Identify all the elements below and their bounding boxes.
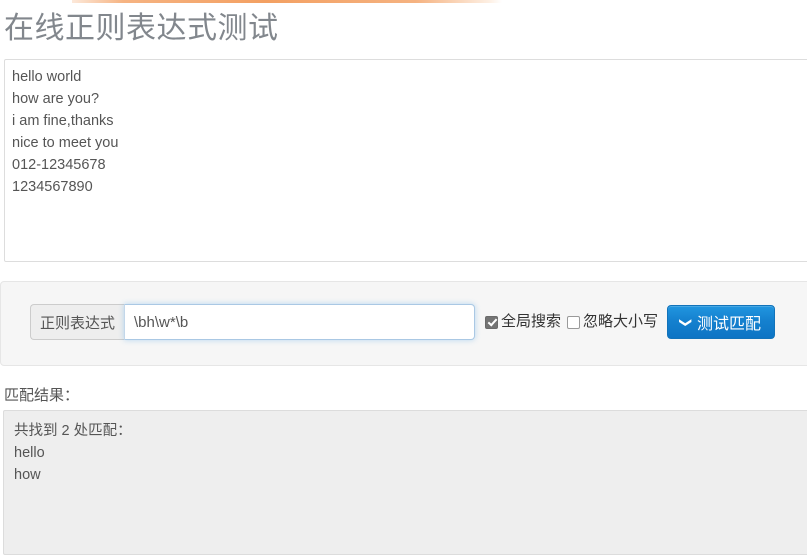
regex-input-group: 正则表达式 (30, 304, 476, 340)
page-container: 在线正则表达式测试 正则表达式 全局搜索 忽略大小写 ❯ 测试匹配 (0, 0, 807, 555)
source-text-input[interactable] (4, 59, 807, 262)
match-results-box: 共找到 2 处匹配： hello how (3, 410, 807, 555)
match-results-summary: 共找到 2 处匹配： (14, 423, 132, 439)
progress-bar-fill (72, 0, 502, 3)
regex-flag-options: 全局搜索 忽略大小写 (485, 313, 658, 331)
page-title: 在线正则表达式测试 (4, 12, 279, 45)
test-match-button-label: 测试匹配 (696, 316, 761, 333)
match-results-label: 匹配结果： (4, 387, 80, 404)
option-ignore-case[interactable]: 忽略大小写 (567, 313, 658, 331)
regex-pattern-input[interactable] (124, 304, 476, 340)
regex-input-addon-label: 正则表达式 (30, 304, 125, 340)
ignore-case-label: 忽略大小写 (583, 313, 659, 330)
global-search-label: 全局搜索 (501, 313, 562, 330)
chevron-down-icon: ❯ (679, 316, 694, 328)
match-result-item: how (14, 467, 41, 483)
page-loading-progress (0, 0, 807, 3)
match-result-item: hello (14, 445, 45, 461)
global-search-checkbox[interactable] (485, 315, 499, 329)
regex-form-well: 正则表达式 全局搜索 忽略大小写 ❯ 测试匹配 (0, 281, 807, 366)
regex-form-row: 正则表达式 全局搜索 忽略大小写 ❯ 测试匹配 (30, 303, 775, 341)
ignore-case-checkbox[interactable] (567, 315, 581, 329)
test-match-button[interactable]: ❯ 测试匹配 (667, 305, 775, 339)
option-global-search[interactable]: 全局搜索 (485, 313, 561, 331)
